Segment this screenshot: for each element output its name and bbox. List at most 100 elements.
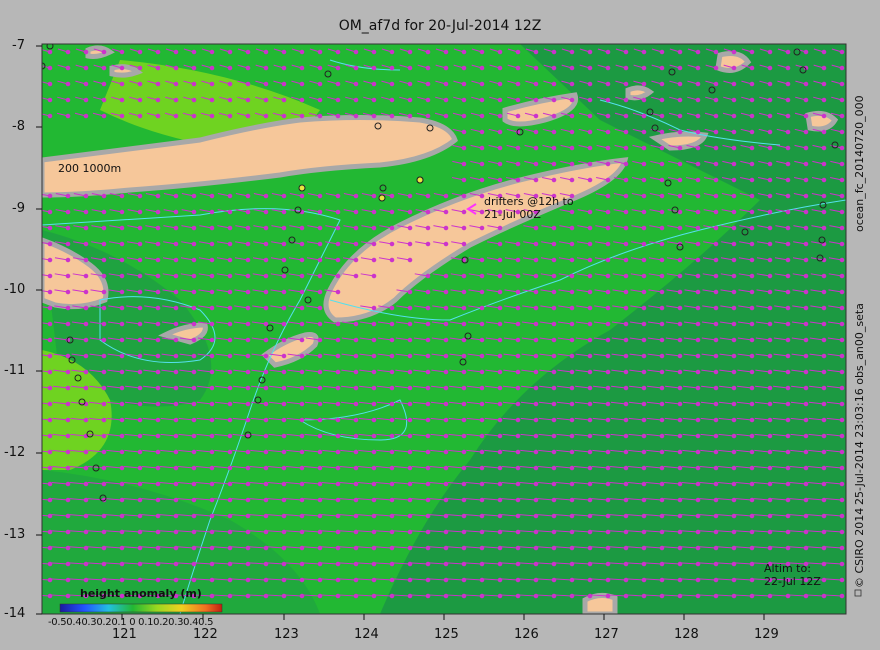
current-vector-head [623, 49, 629, 55]
current-vector-head [209, 417, 215, 423]
current-vector-head [695, 289, 701, 295]
current-vector-head [173, 417, 179, 423]
current-vector-head [695, 65, 701, 71]
current-vector-head [497, 497, 503, 503]
current-vector-head [731, 113, 737, 119]
current-vector-head [497, 305, 503, 311]
current-vector-head [155, 353, 161, 359]
current-vector-head [281, 433, 287, 439]
current-vector-head [83, 353, 89, 359]
current-vector-head [65, 449, 71, 455]
current-vector-head [407, 289, 413, 295]
current-vector-head [569, 321, 575, 327]
current-vector-head [497, 481, 503, 487]
current-vector-head [101, 97, 107, 103]
current-vector-head [659, 145, 665, 151]
current-vector-head [659, 401, 665, 407]
current-vector-head [281, 273, 287, 279]
current-vector-head [425, 305, 431, 311]
current-vector-head [425, 353, 431, 359]
current-vector-head [803, 209, 809, 215]
current-vector-head [695, 273, 701, 279]
current-vector-head [245, 465, 251, 471]
current-vector-head [641, 417, 647, 423]
current-vector-head [137, 273, 143, 279]
current-vector-head [227, 209, 233, 215]
current-vector-head [587, 97, 593, 103]
current-vector-head [227, 225, 233, 231]
current-vector-head [479, 353, 485, 359]
current-vector-head [497, 465, 503, 471]
current-vector-head [551, 449, 557, 455]
current-vector-head [317, 49, 323, 55]
current-vector-head [587, 177, 593, 183]
current-vector-head [191, 225, 197, 231]
current-vector-head [659, 513, 665, 519]
current-vector-head [623, 481, 629, 487]
current-vector-head [479, 273, 485, 279]
current-vector-head [551, 289, 557, 295]
current-vector-head [659, 497, 665, 503]
current-vector-head [497, 401, 503, 407]
current-vector-head [839, 385, 845, 391]
current-vector-head [677, 433, 683, 439]
current-vector-head [461, 81, 467, 87]
current-vector-head [173, 449, 179, 455]
current-vector-head [479, 337, 485, 343]
current-vector-head [587, 385, 593, 391]
current-vector-head [119, 449, 125, 455]
current-vector-head [317, 337, 323, 343]
current-vector-head [713, 369, 719, 375]
current-vector-head [407, 417, 413, 423]
current-vector-head [515, 433, 521, 439]
current-vector-head [785, 177, 791, 183]
current-vector-head [659, 161, 665, 167]
current-vector-head [389, 513, 395, 519]
current-vector-head [785, 417, 791, 423]
current-vector-head [677, 49, 683, 55]
current-vector-head [569, 481, 575, 487]
current-vector-head [749, 113, 755, 119]
current-vector-head [407, 337, 413, 343]
current-vector-head [803, 113, 809, 119]
current-vector-head [641, 145, 647, 151]
current-vector-head [713, 225, 719, 231]
current-vector-head [335, 353, 341, 359]
current-vector-head [785, 49, 791, 55]
current-vector-head [551, 353, 557, 359]
current-vector-head [155, 369, 161, 375]
current-vector-head [263, 97, 269, 103]
current-vector-head [101, 305, 107, 311]
current-vector-head [605, 321, 611, 327]
current-vector-head [299, 337, 305, 343]
current-vector-head [227, 449, 233, 455]
current-vector-head [155, 289, 161, 295]
land-kisar [625, 85, 655, 101]
current-vector-head [749, 321, 755, 327]
current-vector-head [569, 385, 575, 391]
current-vector-head [551, 481, 557, 487]
current-vector-head [407, 97, 413, 103]
current-vector-head [551, 177, 557, 183]
current-vector-head [623, 289, 629, 295]
current-vector-head [767, 321, 773, 327]
current-vector-head [497, 273, 503, 279]
current-vector-head [803, 465, 809, 471]
current-vector-head [119, 49, 125, 55]
current-vector-head [551, 369, 557, 375]
current-vector-head [713, 481, 719, 487]
current-vector-head [713, 465, 719, 471]
current-vector-head [569, 465, 575, 471]
current-vector-head [605, 145, 611, 151]
colorbar [59, 603, 223, 613]
current-vector-head [371, 369, 377, 375]
current-vector-head [623, 385, 629, 391]
current-vector-head [353, 401, 359, 407]
current-vector-head [533, 449, 539, 455]
current-vector-head [515, 161, 521, 167]
current-vector-head [731, 145, 737, 151]
current-vector-head [227, 433, 233, 439]
current-vector-head [173, 113, 179, 119]
current-vector-head [749, 65, 755, 71]
current-vector-head [677, 81, 683, 87]
